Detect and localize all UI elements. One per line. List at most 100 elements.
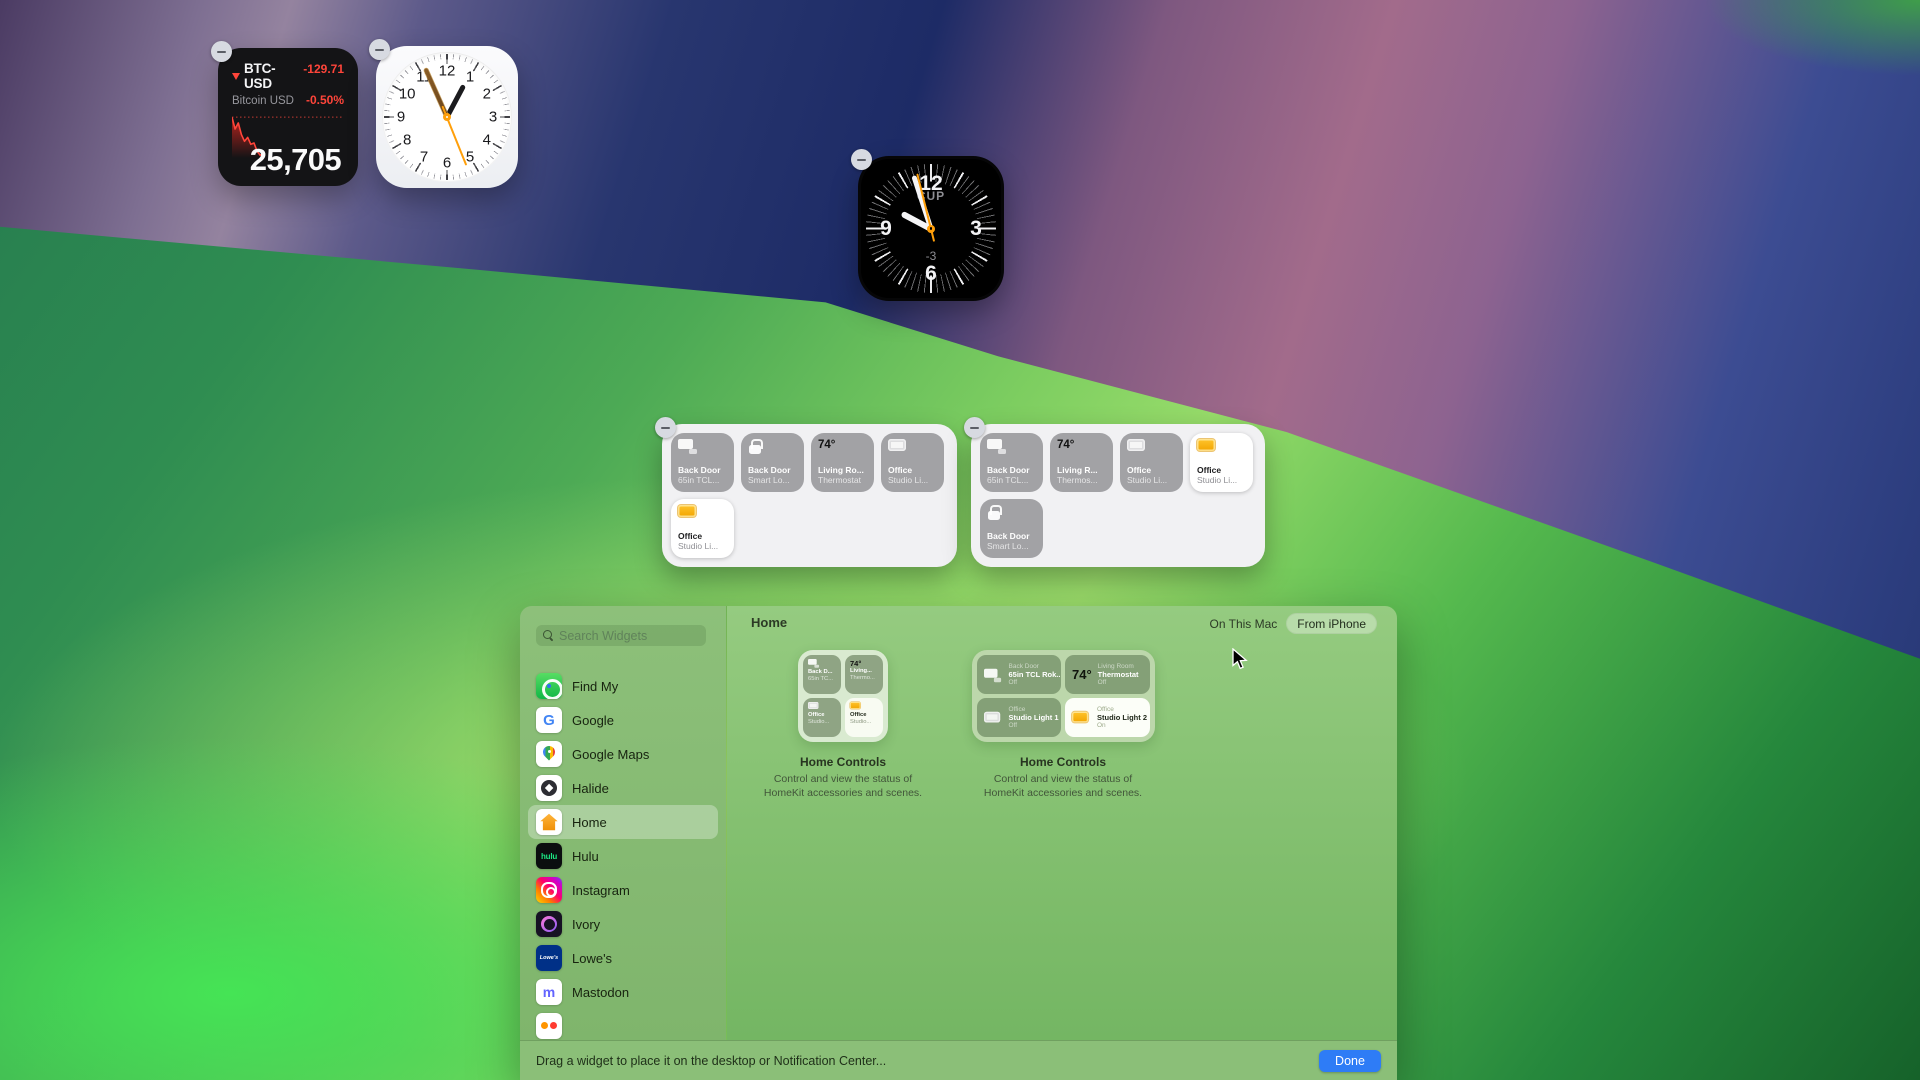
accessory-tile-light-on[interactable]: Office Studio Li... [1190, 433, 1253, 492]
done-button[interactable]: Done [1319, 1050, 1381, 1072]
analog-clock-widget-black[interactable]: 12 3 6 9 CUP -3 [858, 156, 1004, 301]
sidebar-item-ivory[interactable]: Ivory [520, 907, 726, 941]
sidebar-item-label: Lowe's [572, 951, 612, 966]
tile-device: Smart Lo... [748, 475, 797, 486]
stock-header-row: BTC-USD -129.71 [232, 61, 344, 91]
sidebar-item-label: Find My [572, 679, 618, 694]
remove-widget-button[interactable] [655, 417, 676, 438]
desktop[interactable]: BTC-USD -129.71 Bitcoin USD -0.50% 25,70… [0, 0, 1920, 1080]
widget-gallery-sidebar: Find My G Google Google Maps Halide Home [520, 606, 726, 1040]
sidebar-item-partial[interactable] [520, 1009, 726, 1040]
tile-room: Office [1197, 465, 1246, 476]
widget-preview-medium: Back Door 65in TCL Rok... Off 74° Living… [963, 650, 1163, 800]
search-icon [543, 630, 554, 641]
tab-from-iphone[interactable]: From iPhone [1286, 613, 1377, 634]
thermostat-temperature: 74° [1057, 439, 1106, 451]
remove-widget-button[interactable] [851, 149, 872, 170]
sidebar-item-google[interactable]: G Google [520, 703, 726, 737]
stock-symbol: BTC-USD [244, 61, 303, 91]
remove-widget-button[interactable] [964, 417, 985, 438]
sidebar-item-halide[interactable]: Halide [520, 771, 726, 805]
stocks-widget[interactable]: BTC-USD -129.71 Bitcoin USD -0.50% 25,70… [218, 48, 358, 186]
widget-gallery-panel: Find My G Google Google Maps Halide Home [520, 606, 1397, 1080]
sidebar-item-home[interactable]: Home [528, 805, 718, 839]
accessory-tile-light[interactable]: Office Studio Li... [1120, 433, 1183, 492]
accessory-tile-lock[interactable]: Back Door Smart Lo... [741, 433, 804, 492]
tile-device: 65in TCL... [678, 475, 727, 486]
tile-state: Off [1098, 679, 1139, 686]
tile-device: Smart Lo... [987, 541, 1036, 552]
lowes-app-icon: Lowe's [536, 945, 562, 971]
tile-device: Studio Li... [888, 475, 937, 486]
light-icon [808, 702, 818, 709]
sidebar-item-google-maps[interactable]: Google Maps [520, 737, 726, 771]
tile-device: Thermos... [1057, 475, 1106, 486]
remove-widget-button[interactable] [211, 41, 232, 62]
tile-room: Living... [850, 668, 878, 675]
tv-icon [678, 439, 698, 454]
tile-state: Off [1009, 722, 1055, 729]
preview-tile-light: Office Studio... [803, 698, 841, 737]
home-controls-preview-widget[interactable]: Back Door 65in TCL Rok... Off 74° Living… [972, 650, 1155, 742]
preview-tile-thermostat: 74° Living... Thermo... [845, 655, 883, 694]
stock-change: -129.71 [303, 62, 344, 76]
tile-room: Office [678, 531, 727, 542]
google-maps-app-icon [536, 741, 562, 767]
clock-numeral: 1 [466, 69, 474, 86]
light-on-icon [678, 505, 696, 517]
home-controls-widget[interactable]: Back Door 65in TCL... Back Door Smart Lo… [662, 424, 957, 567]
tile-device: Studio... [850, 719, 878, 726]
preview-tile-light: Office Studio Light 1 Off [977, 698, 1062, 737]
search-input[interactable] [559, 629, 699, 643]
clock-numeral: 8 [403, 132, 411, 149]
remove-widget-button[interactable] [369, 39, 390, 60]
sidebar-item-hulu[interactable]: hulu Hulu [520, 839, 726, 873]
clock-numeral: 3 [489, 109, 497, 126]
clock-numeral: 3 [970, 217, 982, 241]
accessory-tile-thermostat[interactable]: 74° Living R... Thermos... [1050, 433, 1113, 492]
home-controls-widget[interactable]: Back Door 65in TCL... 74° Living R... Th… [971, 424, 1265, 567]
lock-icon [987, 505, 1001, 520]
search-widgets-field[interactable] [536, 625, 706, 646]
widget-preview-small: Back D... 65in TC... 74° Living... Therm… [743, 650, 943, 800]
widget-preview-description: Control and view the status of HomeKit a… [757, 772, 929, 800]
widget-preview-title: Home Controls [1020, 755, 1106, 769]
partially-visible-app-icon [536, 1013, 562, 1039]
analog-clock-widget-white[interactable]: 12 1 2 3 4 5 6 7 8 9 10 11 [376, 46, 518, 188]
google-g-glyph: G [543, 712, 555, 729]
tile-room: Living Room [1098, 663, 1139, 670]
clock-numeral: 2 [483, 86, 491, 103]
tile-device: 65in TCL... [987, 475, 1036, 486]
tile-room: Office [1097, 706, 1143, 713]
accessory-tile-tv[interactable]: Back Door 65in TCL... [980, 433, 1043, 492]
clock-city-code: CUP [858, 189, 1004, 203]
clock-numeral: 9 [397, 109, 405, 126]
sidebar-item-label: Instagram [572, 883, 630, 898]
tile-device: Studio... [808, 719, 836, 726]
accessory-tile-thermostat[interactable]: 74° Living Ro... Thermostat [811, 433, 874, 492]
clock-numeral: 4 [483, 132, 491, 149]
home-controls-preview-widget[interactable]: Back D... 65in TC... 74° Living... Therm… [798, 650, 888, 742]
clock-utc-offset: -3 [858, 249, 1004, 263]
accessory-tile-tv[interactable]: Back Door 65in TCL... [671, 433, 734, 492]
sidebar-item-instagram[interactable]: Instagram [520, 873, 726, 907]
accessory-tile-light[interactable]: Office Studio Li... [881, 433, 944, 492]
sidebar-item-mastodon[interactable]: m Mastodon [520, 975, 726, 1009]
lowes-wordmark: Lowe's [540, 955, 558, 961]
sidebar-item-find-my[interactable]: Find My [520, 669, 726, 703]
hulu-app-icon: hulu [536, 843, 562, 869]
hulu-wordmark: hulu [541, 852, 557, 861]
sidebar-item-lowes[interactable]: Lowe's Lowe's [520, 941, 726, 975]
widget-gallery-main: Home On This Mac From iPhone Back D... 6… [727, 606, 1397, 1040]
widget-preview-description: Control and view the status of HomeKit a… [977, 772, 1149, 800]
tile-room: Back Door [748, 465, 797, 476]
stock-name: Bitcoin USD [232, 95, 294, 107]
tab-on-this-mac[interactable]: On This Mac [1209, 617, 1277, 631]
clock-numeral: 10 [399, 86, 416, 103]
accessory-tile-lock[interactable]: Back Door Smart Lo... [980, 499, 1043, 558]
tile-room: Back D... [808, 669, 836, 676]
preview-tile-light-on: Office Studio... [845, 698, 883, 737]
accessory-tile-light-on[interactable]: Office Studio Li... [671, 499, 734, 558]
tile-room: Back Door [987, 531, 1036, 542]
tile-room: Back Door [678, 465, 727, 476]
